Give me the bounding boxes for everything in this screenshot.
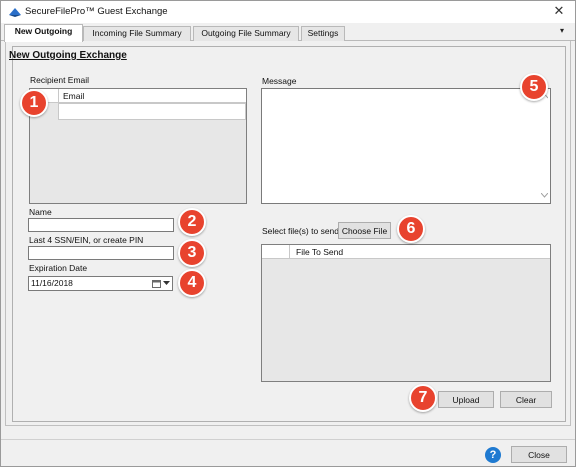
- callout-badge-6: 6: [397, 215, 425, 243]
- recipient-email-input[interactable]: [58, 103, 246, 120]
- callout-badge-2: 2: [178, 208, 206, 236]
- callout-badge-4: 4: [178, 269, 206, 297]
- tab-new-outgoing[interactable]: New Outgoing: [4, 24, 83, 42]
- files-grid-header: File To Send: [262, 245, 550, 259]
- close-icon[interactable]: ✕: [549, 2, 569, 20]
- expiration-date-label: Expiration Date: [29, 263, 88, 273]
- callout-badge-5: 5: [520, 73, 548, 101]
- tab-settings[interactable]: Settings: [301, 26, 345, 41]
- name-label: Name: [29, 207, 52, 217]
- file-to-send-column-header: File To Send: [289, 245, 550, 259]
- recipient-grid-header: Email: [30, 89, 246, 103]
- message-label: Message: [262, 76, 297, 86]
- upload-button[interactable]: Upload: [438, 391, 494, 408]
- help-icon[interactable]: ?: [485, 447, 501, 463]
- tab-strip: New Outgoing Incoming File Summary Outgo…: [1, 23, 575, 42]
- title-bar: SecureFilePro™ Guest Exchange ✕: [1, 1, 575, 23]
- email-column-header: Email: [58, 89, 246, 103]
- callout-badge-3: 3: [178, 239, 206, 267]
- footer-bar: ? Close: [1, 439, 575, 466]
- name-input[interactable]: [28, 218, 174, 232]
- app-window: SecureFilePro™ Guest Exchange ✕ New Outg…: [0, 0, 576, 467]
- scroll-down-icon[interactable]: [541, 193, 548, 198]
- select-files-label: Select file(s) to send: [262, 226, 340, 236]
- clear-button[interactable]: Clear: [500, 391, 552, 408]
- recipient-email-label: Recipient Email: [30, 75, 90, 85]
- close-button[interactable]: Close: [511, 446, 567, 463]
- tab-incoming-file-summary[interactable]: Incoming File Summary: [83, 26, 191, 41]
- files-to-send-grid[interactable]: File To Send: [261, 244, 551, 382]
- expiration-date-value: 11/16/2018: [31, 278, 73, 288]
- choose-file-button[interactable]: Choose File: [338, 222, 391, 239]
- page-title: New Outgoing Exchange: [9, 50, 127, 61]
- recipient-email-grid[interactable]: Email: [29, 88, 247, 204]
- tab-outgoing-file-summary[interactable]: Outgoing File Summary: [193, 26, 299, 41]
- callout-badge-1: 1: [20, 89, 48, 117]
- window-title: SecureFilePro™ Guest Exchange: [25, 6, 168, 17]
- expiration-date-picker[interactable]: 11/16/2018: [28, 276, 173, 291]
- app-logo-icon: [9, 8, 21, 17]
- ssn-pin-label: Last 4 SSN/EIN, or create PIN: [29, 235, 144, 245]
- calendar-icon[interactable]: [152, 279, 161, 288]
- tab-menu-chevron-icon[interactable]: ▾: [560, 26, 564, 35]
- dropdown-arrow-icon[interactable]: [163, 281, 170, 286]
- callout-badge-7: 7: [409, 384, 437, 412]
- ssn-pin-input[interactable]: [28, 246, 174, 260]
- message-textarea[interactable]: [261, 88, 551, 204]
